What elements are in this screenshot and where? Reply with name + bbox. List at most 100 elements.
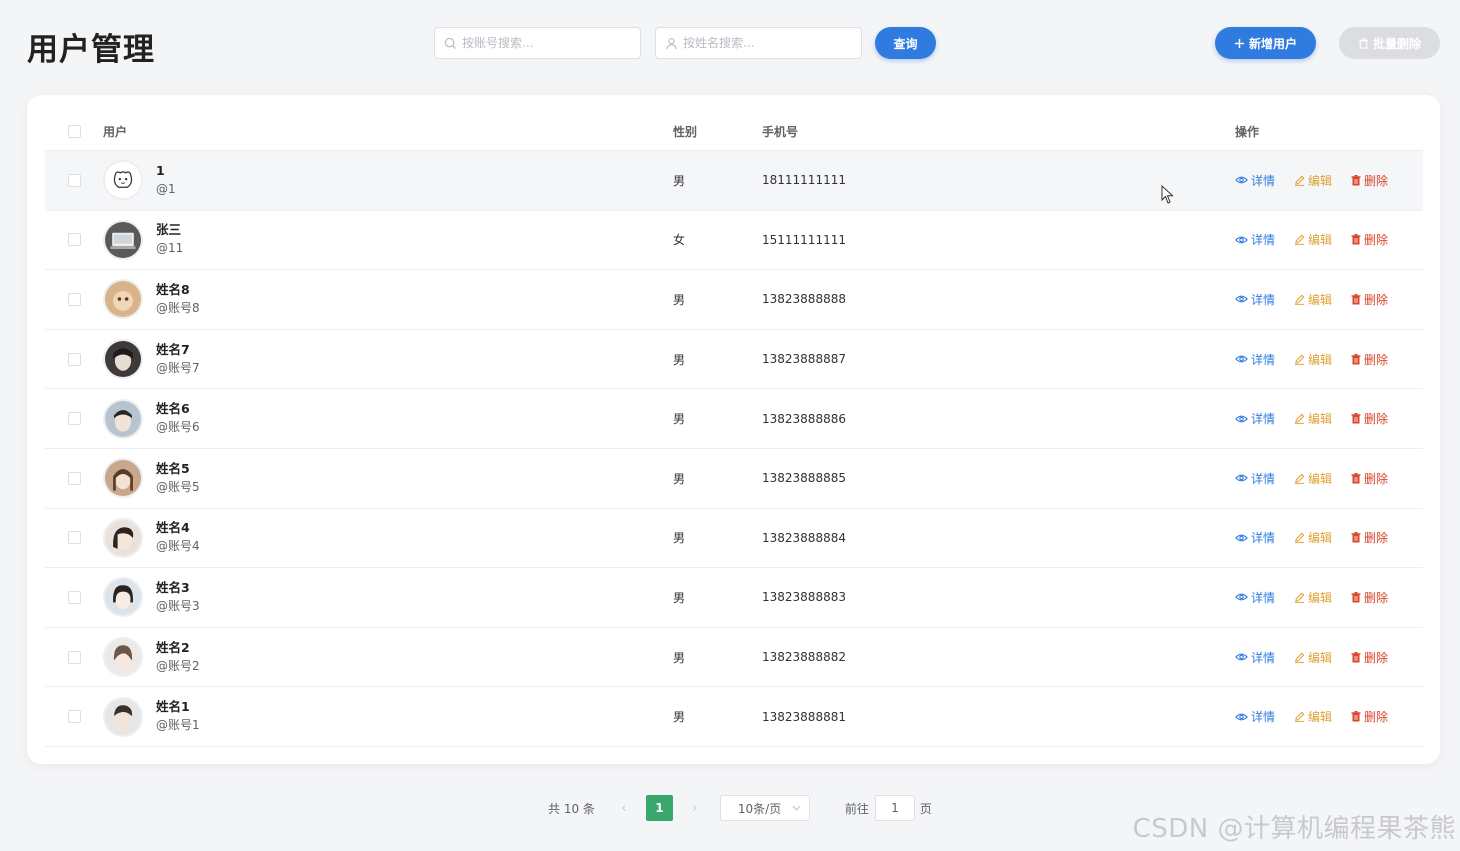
- pagination-total: 共 10 条: [548, 801, 595, 816]
- edit-button[interactable]: 编辑: [1294, 529, 1332, 546]
- table-row: 姓名5 @账号5 男 13823888885 详情 编辑 删除: [45, 449, 1423, 509]
- name-search-box[interactable]: [655, 27, 862, 59]
- avatar: [103, 398, 143, 439]
- detail-button[interactable]: 详情: [1235, 649, 1275, 666]
- user-name: 姓名4: [156, 520, 190, 536]
- user-account: @11: [156, 241, 184, 256]
- delete-button[interactable]: 删除: [1351, 291, 1388, 308]
- detail-button[interactable]: 详情: [1235, 231, 1275, 248]
- delete-button[interactable]: 删除: [1351, 708, 1388, 725]
- edit-button[interactable]: 编辑: [1294, 351, 1332, 368]
- edit-label: 编辑: [1308, 531, 1333, 546]
- name-search-input[interactable]: [683, 36, 853, 50]
- detail-label: 详情: [1251, 233, 1276, 248]
- edit-label: 编辑: [1308, 352, 1333, 367]
- table-body: 1 @1 男 18111111111 详情 编辑 删除 张三 @11 女 15111111111 详情…: [45, 151, 1423, 747]
- row-checkbox[interactable]: [67, 590, 81, 604]
- delete-label: 删除: [1364, 173, 1389, 188]
- row-checkbox[interactable]: [67, 710, 81, 724]
- detail-button[interactable]: 详情: [1235, 589, 1275, 606]
- edit-label: 编辑: [1308, 412, 1333, 427]
- user-sex: 男: [673, 352, 686, 367]
- query-button[interactable]: 查询: [875, 27, 936, 59]
- detail-button[interactable]: 详情: [1235, 410, 1275, 427]
- eye-icon: [1235, 594, 1248, 601]
- next-page-icon[interactable]: ›: [682, 801, 708, 816]
- avatar: [103, 696, 143, 737]
- prev-page-icon[interactable]: ‹: [611, 801, 637, 816]
- trash-icon: [1351, 651, 1361, 663]
- user-phone: 13823888882: [762, 650, 846, 665]
- edit-button[interactable]: 编辑: [1294, 291, 1332, 308]
- delete-button[interactable]: 删除: [1351, 649, 1388, 666]
- detail-button[interactable]: 详情: [1235, 529, 1275, 546]
- edit-button[interactable]: 编辑: [1294, 708, 1332, 725]
- user-name: 姓名6: [156, 401, 190, 417]
- user-account: @账号4: [156, 539, 200, 554]
- user-name: 姓名8: [156, 281, 190, 297]
- delete-button[interactable]: 删除: [1351, 351, 1388, 368]
- user-table: 用户 性别 手机号 操作 1 @1 男 18111111111 详情 编辑 删除 张三 @11 女…: [45, 113, 1423, 747]
- delete-button[interactable]: 删除: [1351, 589, 1388, 606]
- account-search-box[interactable]: [434, 27, 641, 59]
- avatar: [103, 339, 143, 380]
- row-checkbox[interactable]: [67, 292, 81, 306]
- table-row: 姓名8 @账号8 男 13823888888 详情 编辑 删除: [45, 270, 1423, 330]
- detail-button[interactable]: 详情: [1235, 172, 1275, 189]
- detail-label: 详情: [1251, 292, 1276, 307]
- goto-label: 前往: [844, 801, 869, 816]
- page-title: 用户管理: [27, 32, 155, 68]
- edit-button[interactable]: 编辑: [1294, 470, 1332, 487]
- eye-icon: [1235, 713, 1248, 720]
- batch-delete-button[interactable]: 批量删除: [1339, 27, 1440, 59]
- delete-button[interactable]: 删除: [1351, 529, 1388, 546]
- delete-button[interactable]: 删除: [1351, 231, 1388, 248]
- row-checkbox[interactable]: [67, 233, 81, 247]
- page-number-active[interactable]: 1: [645, 795, 673, 821]
- pencil-icon: [1294, 354, 1305, 365]
- goto-page-input[interactable]: [874, 795, 915, 821]
- row-checkbox[interactable]: [67, 412, 81, 426]
- delete-button[interactable]: 删除: [1351, 172, 1388, 189]
- user-sex: 男: [673, 412, 686, 427]
- plus-icon: [1234, 38, 1245, 48]
- detail-button[interactable]: 详情: [1235, 351, 1275, 368]
- user-account: @账号8: [156, 300, 200, 315]
- edit-label: 编辑: [1308, 173, 1333, 188]
- edit-button[interactable]: 编辑: [1294, 649, 1332, 666]
- detail-button[interactable]: 详情: [1235, 470, 1275, 487]
- chevron-down-icon: [792, 805, 801, 811]
- user-sex: 男: [673, 650, 686, 665]
- avatar: [103, 517, 143, 558]
- user-account: @1: [156, 181, 176, 196]
- row-checkbox[interactable]: [67, 173, 81, 187]
- delete-label: 删除: [1364, 531, 1389, 546]
- edit-label: 编辑: [1308, 710, 1333, 725]
- account-search-input[interactable]: [462, 36, 632, 50]
- edit-button[interactable]: 编辑: [1294, 589, 1332, 606]
- row-checkbox[interactable]: [67, 531, 81, 545]
- edit-label: 编辑: [1308, 650, 1333, 665]
- detail-button[interactable]: 详情: [1235, 291, 1275, 308]
- avatar: [103, 577, 143, 618]
- select-all-checkbox[interactable]: [67, 125, 81, 138]
- page-size-select[interactable]: 10条/页: [719, 795, 810, 821]
- add-user-button[interactable]: 新增用户: [1215, 27, 1316, 59]
- eye-icon: [1235, 296, 1248, 303]
- eye-icon: [1235, 653, 1248, 661]
- delete-button[interactable]: 删除: [1351, 410, 1388, 427]
- detail-label: 详情: [1251, 650, 1276, 665]
- row-checkbox[interactable]: [67, 650, 81, 664]
- row-checkbox[interactable]: [67, 352, 81, 366]
- user-phone: 15111111111: [762, 232, 846, 247]
- edit-button[interactable]: 编辑: [1294, 410, 1332, 427]
- delete-button[interactable]: 删除: [1351, 470, 1388, 487]
- row-checkbox[interactable]: [67, 471, 81, 485]
- table-row: 姓名6 @账号6 男 13823888886 详情 编辑 删除: [45, 389, 1423, 449]
- detail-button[interactable]: 详情: [1235, 708, 1275, 725]
- user-account: @账号5: [156, 479, 200, 494]
- edit-button[interactable]: 编辑: [1294, 231, 1332, 248]
- header-ops: 操作: [1235, 125, 1260, 139]
- table-row: 姓名7 @账号7 男 13823888887 详情 编辑 删除: [45, 330, 1423, 390]
- edit-button[interactable]: 编辑: [1294, 172, 1332, 189]
